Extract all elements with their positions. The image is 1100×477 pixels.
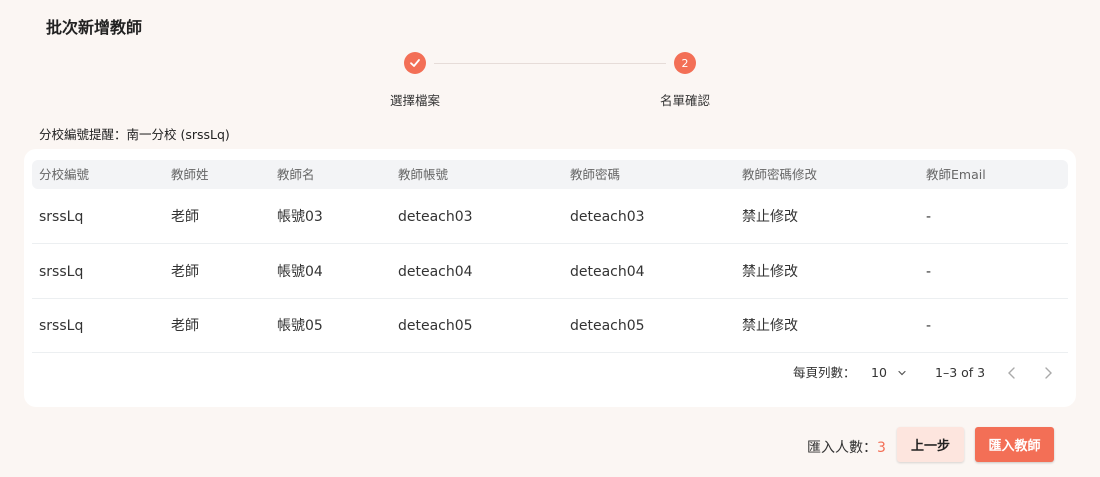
rows-per-page-value: 10 [871, 365, 887, 380]
cell-email: - [926, 318, 932, 334]
import-count-value: 3 [877, 440, 886, 456]
step-2-indicator: 2 [674, 52, 696, 74]
table-row: srssLq 老師 帳號04 deteach04 deteach04 禁止修改 … [32, 245, 1068, 299]
cell-branch-code: srssLq [39, 318, 84, 334]
import-count: 匯入人數：3 [807, 437, 886, 457]
import-teachers-button[interactable]: 匯入教師 [975, 427, 1054, 462]
cell-first-name: 帳號03 [277, 209, 323, 225]
step-2-label: 名單確認 [659, 93, 710, 108]
cell-password-change: 禁止修改 [742, 264, 798, 280]
import-count-label: 匯入人數： [807, 440, 877, 456]
column-header-first-name[interactable]: 教師名 [277, 160, 315, 189]
cell-last-name: 老師 [171, 264, 199, 280]
branch-code-notice: 分校編號提醒：南一分校 (srssLq) [39, 127, 230, 142]
cell-account: deteach05 [398, 318, 473, 334]
step-1-done-indicator [404, 52, 426, 74]
column-header-branch-code[interactable]: 分校編號 [39, 160, 89, 189]
rows-per-page-label: 每頁列數： [793, 365, 856, 380]
column-header-password[interactable]: 教師密碼 [570, 160, 620, 189]
step-connector [434, 63, 666, 64]
cell-first-name: 帳號04 [277, 264, 323, 280]
previous-step-button[interactable]: 上一步 [897, 427, 964, 462]
cell-account: deteach03 [398, 209, 473, 225]
cell-account: deteach04 [398, 264, 473, 280]
cell-last-name: 老師 [171, 318, 199, 334]
next-page-button[interactable] [1042, 364, 1054, 382]
table-header: 分校編號 教師姓 教師名 教師帳號 教師密碼 教師密碼修改 教師Email [32, 160, 1068, 189]
cell-branch-code: srssLq [39, 209, 84, 225]
table-row: srssLq 老師 帳號05 deteach05 deteach05 禁止修改 … [32, 299, 1068, 353]
pagination-range: 1–3 of 3 [935, 365, 986, 380]
cell-last-name: 老師 [171, 209, 199, 225]
cell-email: - [926, 209, 932, 225]
page-title: 批次新增教師 [46, 18, 143, 37]
cell-password: deteach03 [570, 209, 645, 225]
step-1-label: 選擇檔案 [389, 93, 440, 108]
previous-page-button[interactable] [1006, 364, 1018, 382]
table-row: srssLq 老師 帳號03 deteach03 deteach03 禁止修改 … [32, 190, 1068, 244]
chevron-right-icon [1045, 367, 1052, 379]
teacher-table-card: 分校編號 教師姓 教師名 教師帳號 教師密碼 教師密碼修改 教師Email sr… [24, 149, 1076, 407]
cell-password: deteach04 [570, 264, 645, 280]
cell-first-name: 帳號05 [277, 318, 323, 334]
cell-email: - [926, 264, 932, 280]
chevron-left-icon [1008, 367, 1015, 379]
cell-branch-code: srssLq [39, 264, 84, 280]
cell-password-change: 禁止修改 [742, 318, 798, 334]
cell-password-change: 禁止修改 [742, 209, 798, 225]
chevron-down-icon [898, 370, 906, 376]
column-header-email[interactable]: 教師Email [926, 160, 986, 189]
cell-password: deteach05 [570, 318, 645, 334]
rows-per-page-select[interactable]: 10 [871, 364, 907, 382]
column-header-password-change[interactable]: 教師密碼修改 [742, 160, 817, 189]
check-icon [410, 59, 420, 67]
column-header-last-name[interactable]: 教師姓 [171, 160, 209, 189]
column-header-account[interactable]: 教師帳號 [398, 160, 448, 189]
